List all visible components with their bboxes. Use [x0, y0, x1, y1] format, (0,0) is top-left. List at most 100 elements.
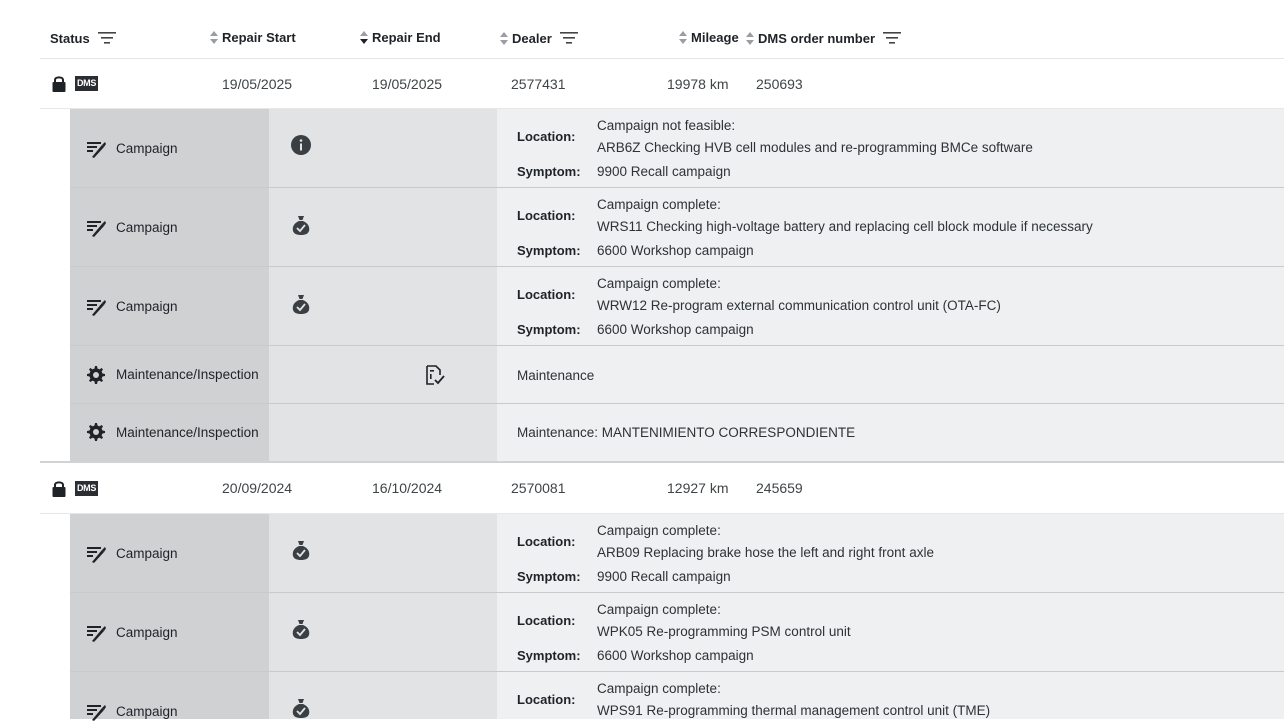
- dms-order-cell: 250693: [756, 76, 803, 92]
- detail-cell: Maintenance: MANTENIMIENTO CORRESPONDIEN…: [497, 404, 1284, 461]
- location-status: Campaign complete:: [597, 523, 721, 538]
- header-repair-start[interactable]: Repair Start: [210, 30, 296, 45]
- list-item[interactable]: Campaign Location: Campaign not feasible…: [70, 109, 1284, 188]
- type-label: Maintenance/Inspection: [116, 425, 259, 440]
- list-item[interactable]: Campaign Location: Campaign complete: WR…: [70, 267, 1284, 346]
- symptom-value: 6600 Workshop campaign: [597, 243, 754, 258]
- location-label: Location:: [517, 208, 576, 223]
- money-bag-icon[interactable]: [290, 618, 312, 640]
- lock-icon: [52, 76, 66, 92]
- campaign-icon: [86, 702, 106, 722]
- location-status: Campaign complete:: [597, 276, 721, 291]
- symptom-label: Symptom:: [517, 569, 581, 584]
- maintenance-text: Maintenance: [517, 368, 595, 383]
- info-icon[interactable]: [290, 134, 312, 156]
- list-item[interactable]: Maintenance/Inspection Maintenance: [70, 346, 1284, 404]
- type-cell: Campaign: [70, 188, 269, 267]
- campaign-icon: [86, 623, 106, 643]
- list-item[interactable]: Campaign Location: Campaign complete: WP…: [70, 593, 1284, 672]
- dms-badge: DMS: [75, 481, 98, 496]
- header-status: Status: [50, 30, 118, 46]
- status-cell: [269, 188, 497, 267]
- status-cell: [269, 404, 497, 461]
- location-label: Location:: [517, 287, 576, 302]
- filter-icon[interactable]: [97, 30, 118, 46]
- location-status: Campaign not feasible:: [597, 118, 736, 133]
- type-label: Campaign: [116, 220, 178, 235]
- detail-cell: Location: Campaign complete: WPS91 Re-pr…: [497, 672, 1284, 719]
- header-mileage[interactable]: Mileage: [679, 30, 739, 45]
- type-label: Campaign: [116, 704, 178, 719]
- repair-start-cell: 19/05/2025: [222, 76, 293, 92]
- header-dealer[interactable]: Dealer: [500, 30, 580, 46]
- type-cell: Campaign: [70, 593, 269, 672]
- list-item[interactable]: Campaign Location: Campaign complete: WR…: [70, 188, 1284, 267]
- location-detail: WRS11 Checking high-voltage battery and …: [597, 219, 1093, 234]
- detail-cell: Location: Campaign complete: WRS11 Check…: [497, 188, 1284, 267]
- type-label: Maintenance/Inspection: [116, 367, 259, 382]
- list-item[interactable]: Maintenance/Inspection Maintenance: MANT…: [70, 404, 1284, 461]
- mileage-cell: 19978 km: [667, 76, 729, 92]
- header-repair-end[interactable]: Repair End: [360, 30, 441, 45]
- campaign-icon: [86, 544, 106, 564]
- status-cell: [269, 267, 497, 346]
- lock-icon: [52, 481, 66, 497]
- sort-icon[interactable]: [746, 31, 754, 45]
- repair-start-cell: 20/09/2024: [222, 480, 293, 496]
- type-label: Campaign: [116, 625, 178, 640]
- sort-icon[interactable]: [679, 31, 687, 44]
- location-label: Location:: [517, 534, 576, 549]
- repair-end-cell: 16/10/2024: [372, 480, 443, 496]
- location-status: Campaign complete:: [597, 681, 721, 696]
- filter-icon[interactable]: [559, 30, 580, 46]
- money-bag-icon[interactable]: [290, 214, 312, 236]
- table-row[interactable]: DMS 20/09/2024 16/10/2024 2570081 12927 …: [40, 463, 1284, 513]
- campaign-icon: [86, 218, 106, 238]
- location-label: Location:: [517, 692, 576, 707]
- detail-cell: Maintenance: [497, 346, 1284, 404]
- document-check-icon[interactable]: [423, 364, 445, 386]
- location-detail: WRW12 Re-program external communication …: [597, 298, 1001, 313]
- symptom-value: 6600 Workshop campaign: [597, 322, 754, 337]
- money-bag-icon[interactable]: [290, 539, 312, 561]
- type-cell: Campaign: [70, 514, 269, 593]
- symptom-label: Symptom:: [517, 322, 581, 337]
- type-label: Campaign: [116, 141, 178, 156]
- header-dms-order-label: DMS order number: [758, 30, 876, 46]
- dms-badge: DMS: [75, 76, 98, 91]
- type-cell: Campaign: [70, 267, 269, 346]
- symptom-label: Symptom:: [517, 164, 581, 179]
- money-bag-icon[interactable]: [290, 293, 312, 315]
- symptom-value: 9900 Recall campaign: [597, 569, 731, 584]
- header-repair-start-label: Repair Start: [222, 30, 296, 45]
- filter-icon[interactable]: [883, 30, 903, 46]
- dealer-cell: 2577431: [511, 76, 566, 92]
- location-status: Campaign complete:: [597, 197, 721, 212]
- list-item[interactable]: Campaign Location: Campaign complete: AR…: [70, 514, 1284, 593]
- type-cell: Maintenance/Inspection: [70, 404, 269, 461]
- detail-cell: Location: Campaign complete: ARB09 Repla…: [497, 514, 1284, 593]
- money-bag-icon[interactable]: [290, 697, 312, 719]
- header-repair-end-label: Repair End: [372, 30, 441, 45]
- symptom-value: 9900 Recall campaign: [597, 164, 731, 179]
- header-status-label: Status: [50, 30, 90, 46]
- detail-cell: Location: Campaign complete: WRW12 Re-pr…: [497, 267, 1284, 346]
- location-label: Location:: [517, 613, 576, 628]
- header-dms-order[interactable]: DMS order number: [746, 30, 903, 46]
- sort-icon[interactable]: [500, 31, 508, 45]
- status-cell: [269, 593, 497, 672]
- campaign-icon: [86, 297, 106, 317]
- campaign-icon: [86, 139, 106, 159]
- maintenance-text: Maintenance: MANTENIMIENTO CORRESPONDIEN…: [517, 425, 856, 440]
- table-row[interactable]: DMS 19/05/2025 19/05/2025 2577431 19978 …: [40, 59, 1284, 109]
- status-cell: [269, 109, 497, 188]
- type-cell: Campaign: [70, 109, 269, 188]
- type-label: Campaign: [116, 546, 178, 561]
- sort-desc-icon[interactable]: [360, 31, 368, 44]
- location-label: Location:: [517, 129, 576, 144]
- detail-cell: Location: Campaign complete: WPK05 Re-pr…: [497, 593, 1284, 672]
- header-dealer-label: Dealer: [512, 30, 552, 46]
- list-item[interactable]: Campaign Location: Campaign complete: WP…: [70, 672, 1284, 719]
- gear-icon: [86, 422, 106, 442]
- sort-icon[interactable]: [210, 31, 218, 44]
